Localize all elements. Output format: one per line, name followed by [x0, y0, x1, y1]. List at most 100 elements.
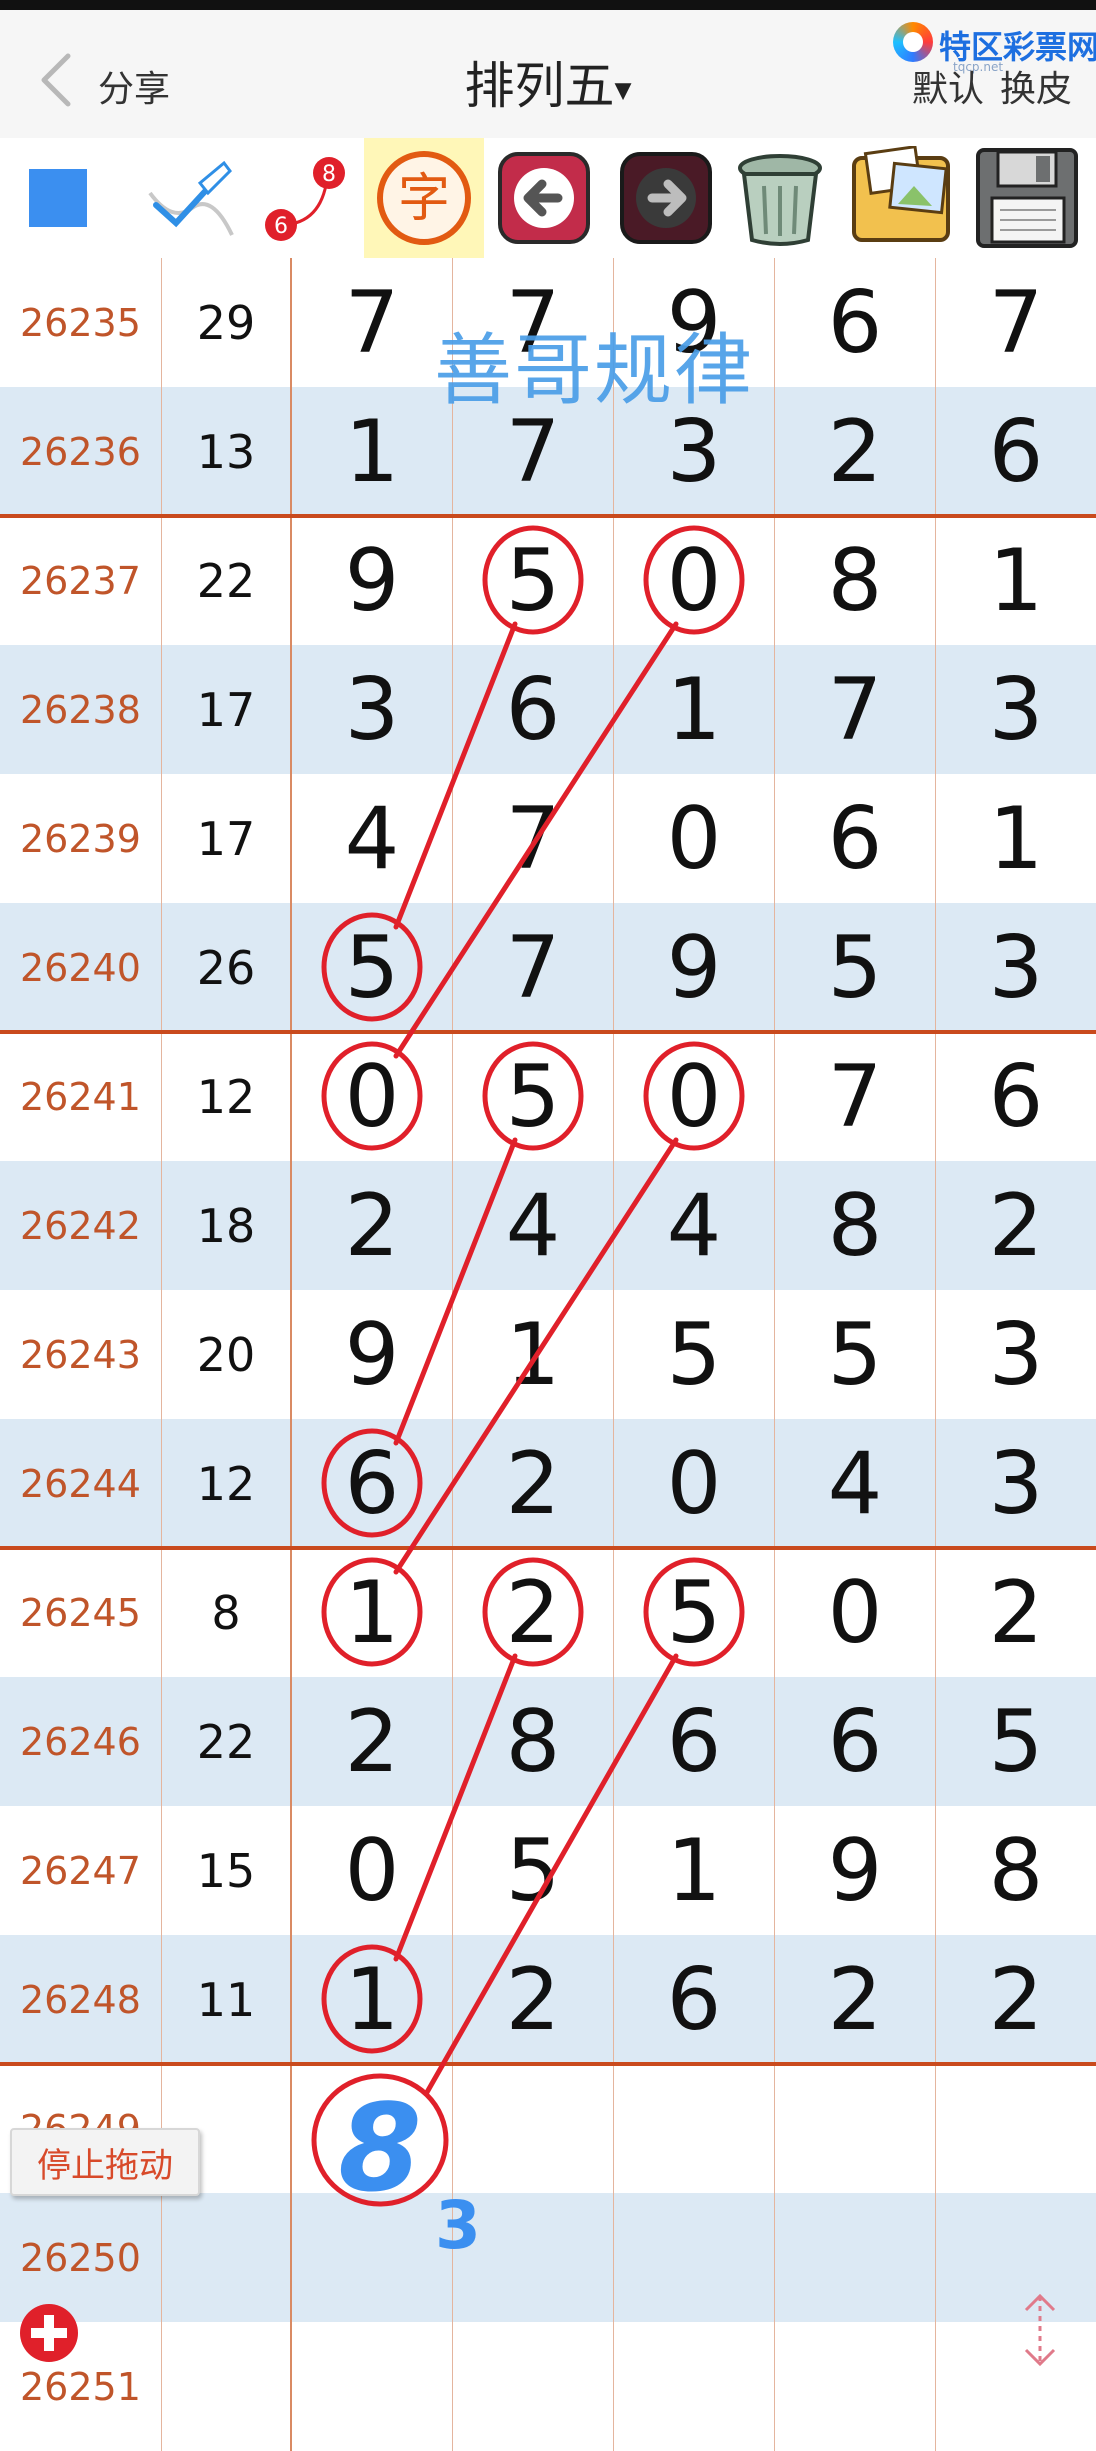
digit-cell[interactable]: 1: [614, 1806, 775, 1935]
digit-cell[interactable]: 7: [453, 903, 614, 1032]
digit-cell[interactable]: 6: [292, 1419, 453, 1548]
digit-cell[interactable]: 7: [453, 774, 614, 903]
digit-cell[interactable]: [453, 2064, 614, 2193]
digit-cell[interactable]: [936, 2064, 1096, 2193]
digit-cell[interactable]: 3: [936, 1290, 1096, 1419]
digit-cell[interactable]: 2: [453, 1548, 614, 1677]
digit-cell[interactable]: 6: [775, 258, 936, 387]
digit-cell[interactable]: [936, 2322, 1096, 2451]
digit-cell[interactable]: 4: [614, 1161, 775, 1290]
table-row[interactable]: 26238 17 3 6 1 7 3: [0, 645, 1096, 774]
digit-cell[interactable]: 1: [292, 387, 453, 516]
digit-cell[interactable]: [292, 2064, 453, 2193]
digit-cell[interactable]: 9: [775, 1806, 936, 1935]
digit-cell[interactable]: [775, 2322, 936, 2451]
digit-cell[interactable]: 6: [614, 1935, 775, 2064]
digit-cell[interactable]: 8: [775, 1161, 936, 1290]
digit-cell[interactable]: 7: [292, 258, 453, 387]
trash-button[interactable]: [724, 138, 836, 258]
digit-cell[interactable]: 0: [614, 516, 775, 645]
digit-cell[interactable]: 5: [775, 903, 936, 1032]
digit-cell[interactable]: 7: [775, 1032, 936, 1161]
digit-cell[interactable]: 0: [775, 1548, 936, 1677]
digit-cell[interactable]: 3: [936, 903, 1096, 1032]
digit-cell[interactable]: 4: [453, 1161, 614, 1290]
digit-cell[interactable]: 5: [614, 1290, 775, 1419]
digit-cell[interactable]: 5: [453, 516, 614, 645]
digit-cell[interactable]: 6: [775, 774, 936, 903]
digit-cell[interactable]: 2: [936, 1935, 1096, 2064]
digit-cell[interactable]: 7: [936, 258, 1096, 387]
digit-cell[interactable]: 5: [292, 903, 453, 1032]
digit-cell[interactable]: 9: [292, 516, 453, 645]
pen-button[interactable]: [140, 138, 240, 258]
digit-cell[interactable]: 3: [936, 1419, 1096, 1548]
digit-cell[interactable]: [292, 2322, 453, 2451]
digit-cell[interactable]: 1: [936, 774, 1096, 903]
digit-cell[interactable]: 1: [453, 1290, 614, 1419]
table-row[interactable]: 26248 11 1 2 6 2 2: [0, 1935, 1096, 2064]
digit-cell[interactable]: 5: [775, 1290, 936, 1419]
digit-cell[interactable]: 2: [936, 1161, 1096, 1290]
digit-cell[interactable]: 2: [453, 1935, 614, 2064]
digit-cell[interactable]: 3: [292, 645, 453, 774]
undo-button[interactable]: [490, 138, 598, 258]
digit-cell[interactable]: 6: [936, 1032, 1096, 1161]
scroll-arrows-icon[interactable]: [1018, 2290, 1062, 2370]
skin-button[interactable]: 换皮: [1000, 60, 1072, 112]
digit-cell[interactable]: 8: [936, 1806, 1096, 1935]
char-button[interactable]: 字: [364, 138, 484, 258]
digit-cell[interactable]: [614, 2064, 775, 2193]
digit-cell[interactable]: 8: [453, 1677, 614, 1806]
digit-cell[interactable]: [775, 2064, 936, 2193]
digit-cell[interactable]: [775, 2193, 936, 2322]
table-row[interactable]: 26250: [0, 2193, 1096, 2322]
digit-cell[interactable]: 1: [614, 645, 775, 774]
digit-cell[interactable]: 4: [292, 774, 453, 903]
digit-cell[interactable]: [453, 2193, 614, 2322]
table-row[interactable]: 26251: [0, 2322, 1096, 2451]
digit-cell[interactable]: 7: [775, 645, 936, 774]
digit-cell[interactable]: 6: [775, 1677, 936, 1806]
digit-cell[interactable]: 1: [292, 1548, 453, 1677]
table-row[interactable]: 26240 26 5 7 9 5 3: [0, 903, 1096, 1032]
table-row[interactable]: 26243 20 9 1 5 5 3: [0, 1290, 1096, 1419]
digit-cell[interactable]: 2: [775, 1935, 936, 2064]
digit-cell[interactable]: 0: [614, 1419, 775, 1548]
color-square-button[interactable]: [18, 138, 98, 258]
digit-cell[interactable]: 5: [453, 1032, 614, 1161]
digit-cell[interactable]: 2: [453, 1419, 614, 1548]
table-row[interactable]: 26246 22 2 8 6 6 5: [0, 1677, 1096, 1806]
digit-cell[interactable]: 2: [292, 1161, 453, 1290]
table-row[interactable]: 26239 17 4 7 0 6 1: [0, 774, 1096, 903]
digit-cell[interactable]: [453, 2322, 614, 2451]
digit-cell[interactable]: 1: [936, 516, 1096, 645]
table-row[interactable]: 26242 18 2 4 4 8 2: [0, 1161, 1096, 1290]
digit-cell[interactable]: 3: [936, 645, 1096, 774]
digit-cell[interactable]: 1: [292, 1935, 453, 2064]
digit-cell[interactable]: 5: [614, 1548, 775, 1677]
table-row[interactable]: 26237 22 9 5 0 8 1: [0, 516, 1096, 645]
photo-album-button[interactable]: [842, 138, 960, 258]
digit-cell[interactable]: 0: [614, 1032, 775, 1161]
digit-cell[interactable]: [614, 2193, 775, 2322]
table-row[interactable]: 26245 8 1 2 5 0 2: [0, 1548, 1096, 1677]
connect-line-button[interactable]: 8 6: [258, 138, 354, 258]
stop-drag-button[interactable]: 停止拖动: [10, 2128, 200, 2196]
digit-cell[interactable]: 2: [936, 1548, 1096, 1677]
digit-cell[interactable]: [292, 2193, 453, 2322]
digit-cell[interactable]: 6: [614, 1677, 775, 1806]
digit-cell[interactable]: 9: [614, 903, 775, 1032]
digit-cell[interactable]: 0: [292, 1032, 453, 1161]
digit-cell[interactable]: 2: [292, 1677, 453, 1806]
digit-cell[interactable]: 6: [453, 645, 614, 774]
redo-button[interactable]: [612, 138, 720, 258]
digit-cell[interactable]: 5: [453, 1806, 614, 1935]
digit-cell[interactable]: 9: [292, 1290, 453, 1419]
digit-cell[interactable]: 6: [936, 387, 1096, 516]
digit-cell[interactable]: 5: [936, 1677, 1096, 1806]
table-row[interactable]: 26244 12 6 2 0 4 3: [0, 1419, 1096, 1548]
table-row[interactable]: 26241 12 0 5 0 7 6: [0, 1032, 1096, 1161]
digit-cell[interactable]: 8: [775, 516, 936, 645]
digit-cell[interactable]: 0: [614, 774, 775, 903]
